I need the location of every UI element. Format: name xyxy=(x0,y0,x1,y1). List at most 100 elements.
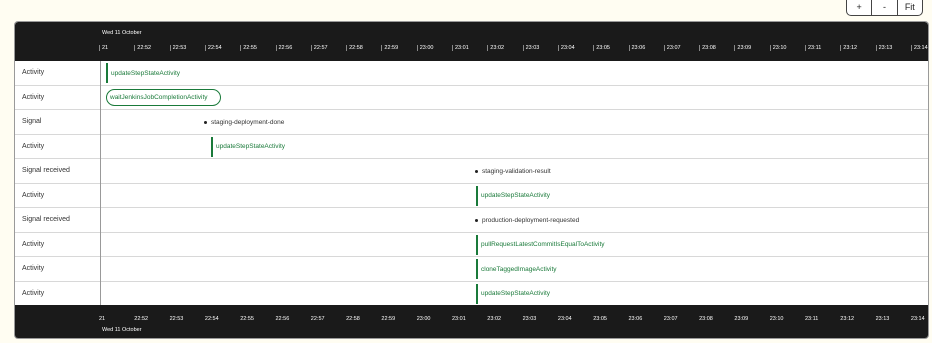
signal-event[interactable]: staging-validation-result xyxy=(475,159,551,183)
event-name: production-deployment-requested xyxy=(482,216,580,224)
time-axis-top: Wed 11 October 21 22:52 22:53 22:54 22:55 22:… xyxy=(15,22,928,61)
zoom-fit-button[interactable]: Fit xyxy=(896,0,922,15)
axis-tick: 22:57 xyxy=(310,316,325,322)
axis-tick: 23:00 xyxy=(416,45,433,51)
axis-tick: 22:55 xyxy=(240,316,254,322)
event-name: updateStepStateActivity xyxy=(216,143,286,150)
activity-event[interactable]: pullRequestLatestCommitIsEqualToActivity xyxy=(476,233,605,257)
signal-dot-icon xyxy=(475,169,478,173)
axis-tick: 23:05 xyxy=(593,45,610,51)
axis-tick: 23:12 xyxy=(840,45,857,51)
zoom-out-button[interactable]: - xyxy=(871,0,896,15)
event-type-label: Activity xyxy=(22,69,45,76)
axis-tick: 22:58 xyxy=(346,316,360,322)
event-name: pullRequestLatestCommitIsEqualToActivity xyxy=(481,241,605,248)
axis-tick: 22:58 xyxy=(346,45,363,51)
axis-tick: 23:08 xyxy=(699,316,713,322)
event-row: Signal received production-deployment-req… xyxy=(15,208,928,233)
event-type-label: Activity xyxy=(22,289,45,297)
activity-bar xyxy=(476,259,478,279)
axis-tick: 21 xyxy=(99,316,106,322)
axis-tick: 23:00 xyxy=(416,316,431,322)
axis-tick: 22:52 xyxy=(134,45,151,51)
event-row: Signal received staging-validation-result xyxy=(15,159,928,184)
axis-tick: 23:10 xyxy=(769,45,786,51)
axis-tick: 22:54 xyxy=(204,45,222,51)
axis-tick: 22:57 xyxy=(310,45,328,51)
axis-tick: 22:56 xyxy=(275,45,292,51)
event-row: Activity updateStepStateActivity xyxy=(15,184,928,208)
axis-tick: 23:09 xyxy=(734,316,749,322)
time-axis-bottom: 21 22:52 22:53 22:54 22:55 22:56 22:57 22:58 22:… xyxy=(15,305,928,338)
axis-tick: 23:07 xyxy=(663,316,678,322)
zoom-in-button[interactable]: + xyxy=(847,0,871,15)
event-type-label: Activity xyxy=(22,265,45,272)
axis-tick: 23:06 xyxy=(628,316,643,322)
event-name: cloneTaggedImageActivity xyxy=(481,265,557,273)
event-row: Activity updateStepStateActivity xyxy=(15,61,928,86)
activity-event[interactable]: updateStepStateActivity xyxy=(476,184,550,208)
event-row: Activity cloneTaggedImageActivity xyxy=(15,257,928,282)
label-column-divider xyxy=(100,61,101,305)
event-name: updateStepStateActivity xyxy=(111,69,181,77)
event-row: Activity updateStepStateActivity xyxy=(15,135,928,159)
axis-tick: 23:05 xyxy=(593,316,607,322)
event-name: staging-deployment-done xyxy=(211,118,285,126)
event-type-label: Activity xyxy=(22,93,45,101)
event-row: Signal staging-deployment-done xyxy=(15,110,928,135)
axis-tick: 23:12 xyxy=(840,316,855,322)
axis-tick: 23:13 xyxy=(875,316,890,322)
axis-tick: 23:03 xyxy=(522,45,539,51)
zoom-controls: + - Fit xyxy=(846,0,923,16)
axis-tick: 22:52 xyxy=(134,316,149,322)
axis-tick: 23:01 xyxy=(452,316,466,322)
event-row: Activity pullRequestLatestCommitIsEqualTo… xyxy=(15,233,928,257)
event-row: Activity waitJenkinsJobCompletionActivity xyxy=(15,86,928,110)
axis-date-label: Wed 11 October xyxy=(102,327,142,333)
axis-tick: 22:56 xyxy=(275,316,290,322)
event-timeline: Wed 11 October 21 22:52 22:53 22:54 22:55 22:… xyxy=(14,21,929,339)
activity-event[interactable]: updateStepStateActivity xyxy=(211,135,285,159)
event-name: updateStepStateActivity xyxy=(481,192,551,199)
axis-tick: 23:14 xyxy=(910,316,925,322)
activity-event[interactable]: waitJenkinsJobCompletionActivity xyxy=(106,86,221,110)
axis-tick: 23:03 xyxy=(522,316,537,322)
signal-event[interactable]: staging-deployment-done xyxy=(204,110,284,134)
axis-tick: 23:11 xyxy=(805,45,821,51)
axis-tick: 23:09 xyxy=(734,45,751,51)
activity-event[interactable]: cloneTaggedImageActivity xyxy=(476,257,557,281)
axis-tick: 22:53 xyxy=(169,45,186,51)
activity-bar xyxy=(476,185,478,206)
axis-date-label: Wed 11 October xyxy=(102,30,142,36)
signal-dot-icon xyxy=(475,218,478,222)
event-rows: Activity updateStepStateActivity Activity w… xyxy=(15,61,928,331)
axis-tick: 22:55 xyxy=(240,45,257,51)
signal-event[interactable]: production-deployment-requested xyxy=(475,208,579,232)
axis-tick: 22:59 xyxy=(381,316,396,322)
event-type-label: Signal received xyxy=(22,167,70,174)
axis-tick: 23:11 xyxy=(805,316,819,322)
event-type-label: Activity xyxy=(22,191,45,199)
signal-dot-icon xyxy=(204,120,207,124)
axis-tick: 23:06 xyxy=(628,45,645,51)
axis-tick: 22:53 xyxy=(169,316,184,322)
event-name: updateStepStateActivity xyxy=(481,290,551,297)
event-type-label: Activity xyxy=(22,142,45,150)
axis-tick: 23:04 xyxy=(557,316,572,322)
activity-event[interactable]: updateStepStateActivity xyxy=(106,61,180,85)
event-name: staging-validation-result xyxy=(482,167,551,175)
axis-tick: 23:10 xyxy=(769,316,784,322)
event-row: Activity updateStepStateActivity xyxy=(15,282,928,306)
activity-bar xyxy=(211,136,213,157)
axis-tick: 21 xyxy=(99,45,108,51)
axis-tick: 23:07 xyxy=(663,45,681,51)
axis-tick: 22:59 xyxy=(381,45,398,51)
event-type-label: Signal received xyxy=(22,216,70,223)
activity-bar xyxy=(106,63,108,83)
axis-tick: 23:04 xyxy=(557,45,575,51)
axis-tick: 23:02 xyxy=(487,45,504,51)
event-name: waitJenkinsJobCompletionActivity xyxy=(106,89,221,106)
activity-bar xyxy=(476,234,478,255)
axis-tick: 23:08 xyxy=(699,45,716,51)
activity-event[interactable]: updateStepStateActivity xyxy=(476,282,550,306)
